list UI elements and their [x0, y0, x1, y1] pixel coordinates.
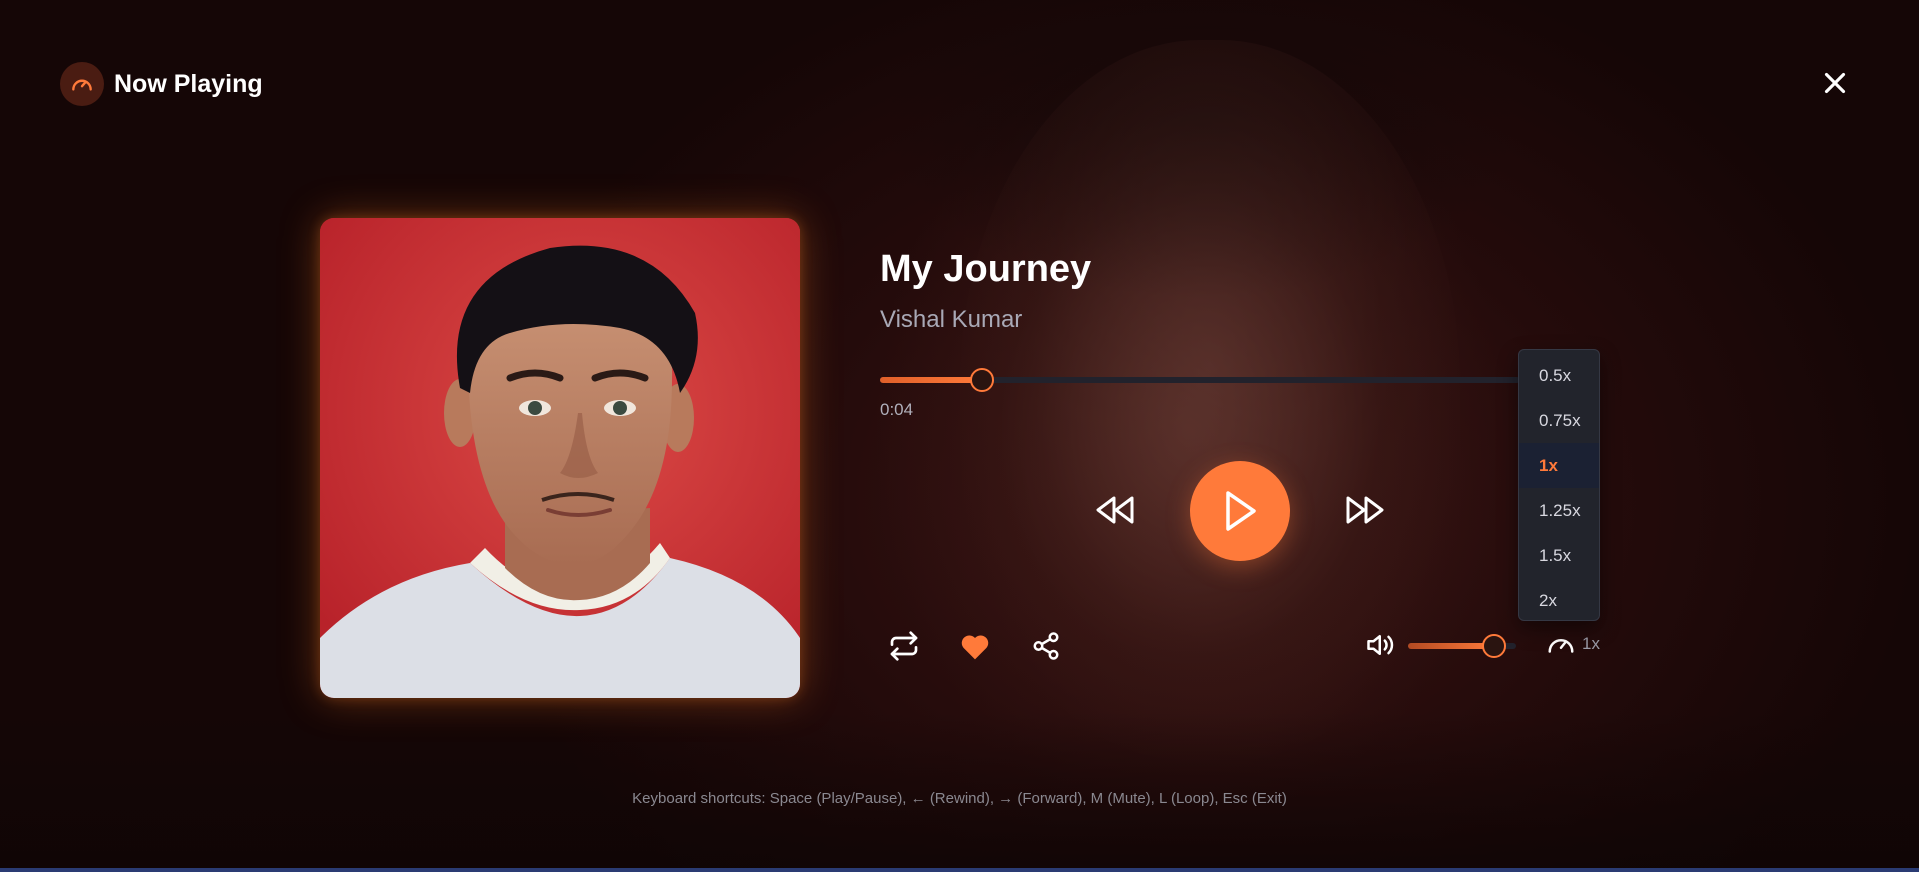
close-button[interactable]	[1818, 66, 1852, 100]
share-icon	[1033, 632, 1059, 660]
artist-name: Vishal Kumar	[880, 306, 1023, 333]
progress-fill	[880, 377, 982, 383]
blurred-background	[0, 0, 1919, 872]
header: Now Playing	[60, 62, 263, 106]
volume-slider[interactable]	[1408, 634, 1516, 658]
progress-thumb[interactable]	[970, 368, 994, 392]
close-icon	[1824, 72, 1846, 94]
album-art	[320, 218, 800, 698]
heart-icon	[961, 635, 989, 660]
keyboard-shortcuts-hint: Keyboard shortcuts: Space (Play/Pause), …	[632, 790, 1287, 807]
progress-bar[interactable]	[880, 368, 1520, 392]
speed-option[interactable]: 2x	[1519, 578, 1599, 623]
page-title: Now Playing	[114, 69, 263, 98]
speed-option[interactable]: 0.75x	[1519, 398, 1599, 443]
speed-option[interactable]: 0.5x	[1519, 353, 1599, 398]
speed-label: 1x	[1582, 634, 1600, 653]
repeat-button[interactable]	[886, 628, 922, 664]
play-icon	[1226, 491, 1256, 531]
gauge-icon	[60, 62, 104, 106]
fast-forward-button[interactable]	[1340, 490, 1388, 530]
current-time: 0:04	[880, 400, 914, 419]
rewind-button[interactable]	[1092, 490, 1140, 530]
play-button[interactable]	[1190, 461, 1290, 561]
track-title: My Journey	[880, 248, 1092, 290]
like-button[interactable]	[956, 628, 994, 664]
speed-option[interactable]: 1.5x	[1519, 533, 1599, 578]
speed-menu: 0.5x 0.75x 1x 1.25x 1.5x 2x	[1518, 349, 1600, 621]
share-button[interactable]	[1028, 628, 1064, 664]
speed-option[interactable]: 1x	[1519, 443, 1599, 488]
album-portrait-image	[320, 218, 800, 698]
fast-forward-icon	[1346, 496, 1384, 524]
repeat-icon	[890, 631, 918, 661]
speed-option[interactable]: 1.25x	[1519, 488, 1599, 533]
rewind-icon	[1096, 496, 1134, 524]
volume-thumb[interactable]	[1482, 634, 1506, 658]
volume-icon	[1367, 635, 1394, 655]
playback-speed-button[interactable]: 1x	[1546, 630, 1600, 658]
gauge-icon	[1548, 639, 1574, 653]
mute-button[interactable]	[1364, 630, 1400, 662]
bottom-edge-line	[0, 868, 1919, 872]
